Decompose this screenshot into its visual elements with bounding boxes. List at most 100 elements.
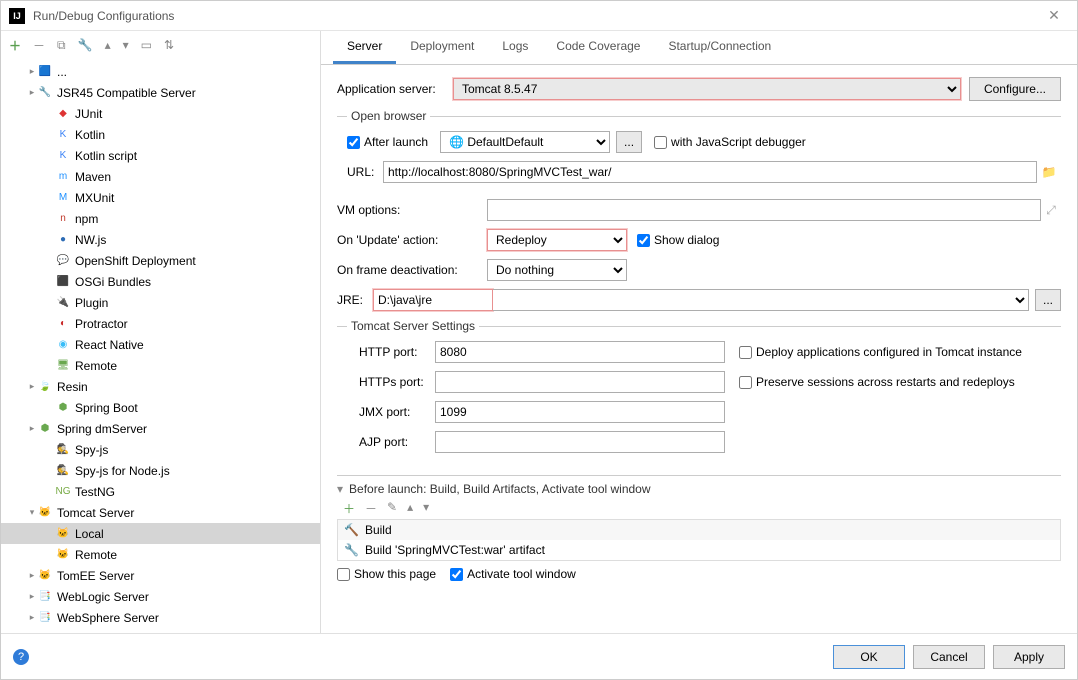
cancel-button[interactable]: Cancel [913,645,985,669]
node-label: Spy-js [75,443,108,457]
tree-item[interactable]: 🕵Spy-js for Node.js [1,460,320,481]
node-icon: 🟦 [37,64,53,80]
tree-item[interactable]: 🐱Remote [1,544,320,565]
down-icon[interactable]: ▾ [123,38,129,52]
deploy-apps-checkbox[interactable]: Deploy applications configured in Tomcat… [739,345,1022,359]
jre-browse-button[interactable]: ... [1035,289,1061,311]
node-icon: NG [55,484,71,500]
tree-item[interactable]: ▸📑WebLogic Server [1,586,320,607]
ok-button[interactable]: OK [833,645,905,669]
vm-options-input[interactable] [487,199,1041,221]
add-icon[interactable]: ＋ [9,37,21,54]
node-label: OSGi Bundles [75,275,151,289]
tree-item[interactable]: KKotlin script [1,145,320,166]
tree-item[interactable]: mMaven [1,166,320,187]
folder-open-icon[interactable]: 📁 [1037,165,1061,179]
remove-icon[interactable]: － [33,37,45,54]
tree-item[interactable]: ▸📑WebSphere Server [1,607,320,628]
node-label: Plugin [75,296,108,310]
jmx-port-input[interactable] [435,401,725,423]
https-port-input[interactable] [435,371,725,393]
app-server-select[interactable]: Tomcat 8.5.47 [453,78,961,100]
browser-more-button[interactable]: ... [616,131,642,153]
tree-item[interactable]: ▸🟦... [1,61,320,82]
show-this-page-checkbox[interactable]: Show this page [337,567,436,581]
collapse-icon[interactable]: ▾ [337,482,343,496]
jre-input-hl[interactable] [373,289,493,311]
node-icon: m [55,169,71,185]
tree-item[interactable]: KKotlin [1,124,320,145]
folder-icon[interactable]: ▭ [141,38,152,52]
preserve-sessions-checkbox[interactable]: Preserve sessions across restarts and re… [739,375,1015,389]
tab-logs[interactable]: Logs [488,31,542,64]
before-launch-list[interactable]: 🔨Build🔧Build 'SpringMVCTest:war' artifac… [337,519,1061,561]
tab-code-coverage[interactable]: Code Coverage [542,31,654,64]
tree-item[interactable]: ▾🐱Tomcat Server [1,502,320,523]
sort-icon[interactable]: ⇅ [164,38,174,52]
tree-item[interactable]: nnpm [1,208,320,229]
bl-add-icon[interactable]: ＋ [343,500,355,517]
ajp-port-input[interactable] [435,431,725,453]
tree-item[interactable]: MMXUnit [1,187,320,208]
vm-options-label: VM options: [337,203,487,217]
node-label: Local [75,527,104,541]
apply-button[interactable]: Apply [993,645,1065,669]
url-label: URL: [347,165,383,179]
tab-server[interactable]: Server [333,31,396,64]
up-icon[interactable]: ▴ [105,38,111,52]
before-launch-item[interactable]: 🔨Build [338,520,1060,540]
jre-select[interactable] [493,289,1029,311]
tree-item[interactable]: ▸🍃Resin [1,376,320,397]
tree-item[interactable]: 💬OpenShift Deployment [1,250,320,271]
tree-item[interactable]: 🐱Local [1,523,320,544]
bl-remove-icon[interactable]: － [365,500,377,517]
help-icon[interactable]: ? [13,649,29,665]
config-toolbar: ＋ － ⧉ 🔧 ▴ ▾ ▭ ⇅ [1,31,320,59]
bl-edit-icon[interactable]: ✎ [387,500,397,517]
tab-deployment[interactable]: Deployment [396,31,488,64]
tree-item[interactable]: NGTestNG [1,481,320,502]
on-update-select[interactable]: Redeploy [487,229,627,251]
node-label: MXUnit [75,191,114,205]
on-frame-select[interactable]: Do nothing [487,259,627,281]
tree-item[interactable]: ◆JUnit [1,103,320,124]
copy-icon[interactable]: ⧉ [57,38,66,53]
tree-item[interactable]: ⬛OSGi Bundles [1,271,320,292]
expand-icon[interactable]: ⤢ [1041,203,1061,218]
tree-item[interactable]: 🖥Remote [1,355,320,376]
tree-item[interactable]: 🔌Plugin [1,292,320,313]
node-icon: 🖥 [55,358,71,374]
tree-item[interactable]: ●NW.js [1,229,320,250]
config-tree[interactable]: ▸🟦...▸🔧JSR45 Compatible Server◆JUnitKKot… [1,59,320,633]
http-port-input[interactable] [435,341,725,363]
url-input[interactable] [383,161,1037,183]
tree-item[interactable]: ◐Protractor [1,313,320,334]
tree-item[interactable]: ⬢Spring Boot [1,397,320,418]
close-icon[interactable]: ✕ [1039,7,1069,24]
js-debugger-checkbox[interactable]: with JavaScript debugger [654,135,806,149]
before-launch-item[interactable]: 🔧Build 'SpringMVCTest:war' artifact [338,540,1060,560]
tree-item[interactable]: ▸🔧JSR45 Compatible Server [1,82,320,103]
node-label: Tomcat Server [57,506,134,520]
tree-item[interactable]: ▸⬢Spring dmServer [1,418,320,439]
dialog-footer: ? OK Cancel Apply [1,633,1077,679]
bl-down-icon[interactable]: ▾ [423,500,429,517]
node-icon: 🔧 [37,85,53,101]
bl-up-icon[interactable]: ▴ [407,500,413,517]
show-dialog-checkbox[interactable]: Show dialog [637,233,719,247]
node-label: OpenShift Deployment [75,254,196,268]
activate-tool-window-checkbox[interactable]: Activate tool window [450,567,576,581]
tree-item[interactable]: ▸🐱TomEE Server [1,565,320,586]
node-label: NW.js [75,233,106,247]
before-launch-title: Before launch: Build, Build Artifacts, A… [349,482,651,496]
configure-button[interactable]: Configure... [969,77,1061,101]
chevron-icon: ▸ [27,570,37,581]
browser-select[interactable]: 🌐 DefaultDefault [440,131,610,153]
tab-startup-connection[interactable]: Startup/Connection [654,31,785,64]
wrench-icon[interactable]: 🔧 [78,38,93,52]
chevron-icon: ▸ [27,612,37,623]
tree-item[interactable]: 🕵Spy-js [1,439,320,460]
node-label: Remote [75,548,117,562]
tree-item[interactable]: ◉React Native [1,334,320,355]
after-launch-checkbox[interactable]: After launch [347,135,428,149]
